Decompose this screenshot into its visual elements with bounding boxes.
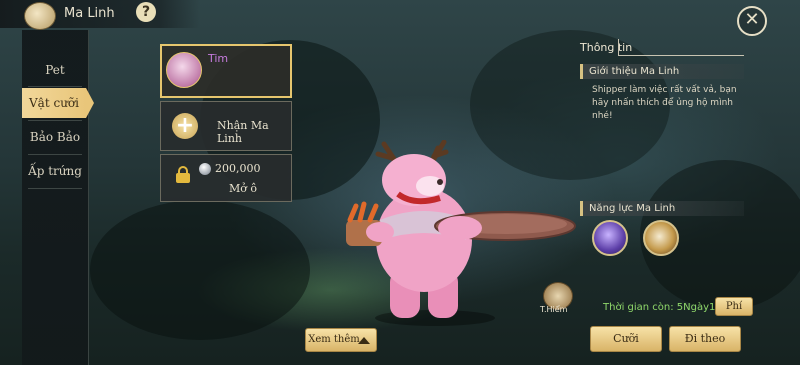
unlock-label: Mở ô: [229, 182, 258, 195]
skills-section-header: Năng lực Ma Linh: [580, 201, 744, 216]
close-icon[interactable]: ✕: [737, 6, 767, 36]
plus-icon: +: [172, 113, 198, 139]
fee-button[interactable]: Phí: [715, 297, 753, 316]
nav-item-egg-hatch[interactable]: Ấp trứng: [22, 156, 88, 186]
divider: [618, 55, 744, 56]
nav-item-bao-bao[interactable]: Bảo Bảo: [22, 122, 88, 152]
mount-slot-add[interactable]: + Nhận Ma Linh: [160, 101, 292, 151]
mount-slot-locked[interactable]: 200,000 Mở ô: [160, 154, 292, 202]
intro-section-header: Giới thiệu Ma Linh: [580, 64, 744, 79]
pet-portrait-icon: [166, 52, 202, 88]
lock-icon: [176, 166, 190, 183]
ride-button[interactable]: Cưỡi: [590, 326, 662, 352]
mount-slot-owned[interactable]: Tim: [160, 44, 292, 98]
ma-linh-logo-icon: [24, 2, 56, 30]
follow-button[interactable]: Đi theo: [669, 326, 741, 352]
question-icon[interactable]: ?: [136, 2, 156, 22]
unlock-price: 200,000: [215, 162, 261, 175]
divider: [618, 39, 619, 56]
silver-coin-icon: [199, 163, 211, 175]
golden-beast-skill-icon[interactable]: [643, 220, 679, 256]
info-title: Thông tin: [580, 41, 633, 54]
add-mount-label: Nhận Ma Linh: [217, 119, 269, 145]
nav-item-mount[interactable]: Vật cưỡi: [22, 88, 94, 118]
mount-name: Tim: [208, 52, 229, 65]
see-more-button[interactable]: Xem thêm: [305, 328, 377, 352]
category-sidebar: Pet Vật cưỡi Bảo Bảo Ấp trứng: [22, 30, 94, 365]
see-more-label: Xem thêm: [308, 334, 360, 345]
intro-description: Shipper làm việc rất vất vả, bạn hãy nhấ…: [592, 85, 737, 121]
nav-item-pet[interactable]: Pet: [22, 55, 88, 85]
purple-wolf-skill-icon[interactable]: [592, 220, 628, 256]
book-label: T.Hiểm: [540, 305, 568, 314]
caret-up-icon: [358, 337, 370, 344]
page-title: Ma Linh: [64, 6, 115, 21]
